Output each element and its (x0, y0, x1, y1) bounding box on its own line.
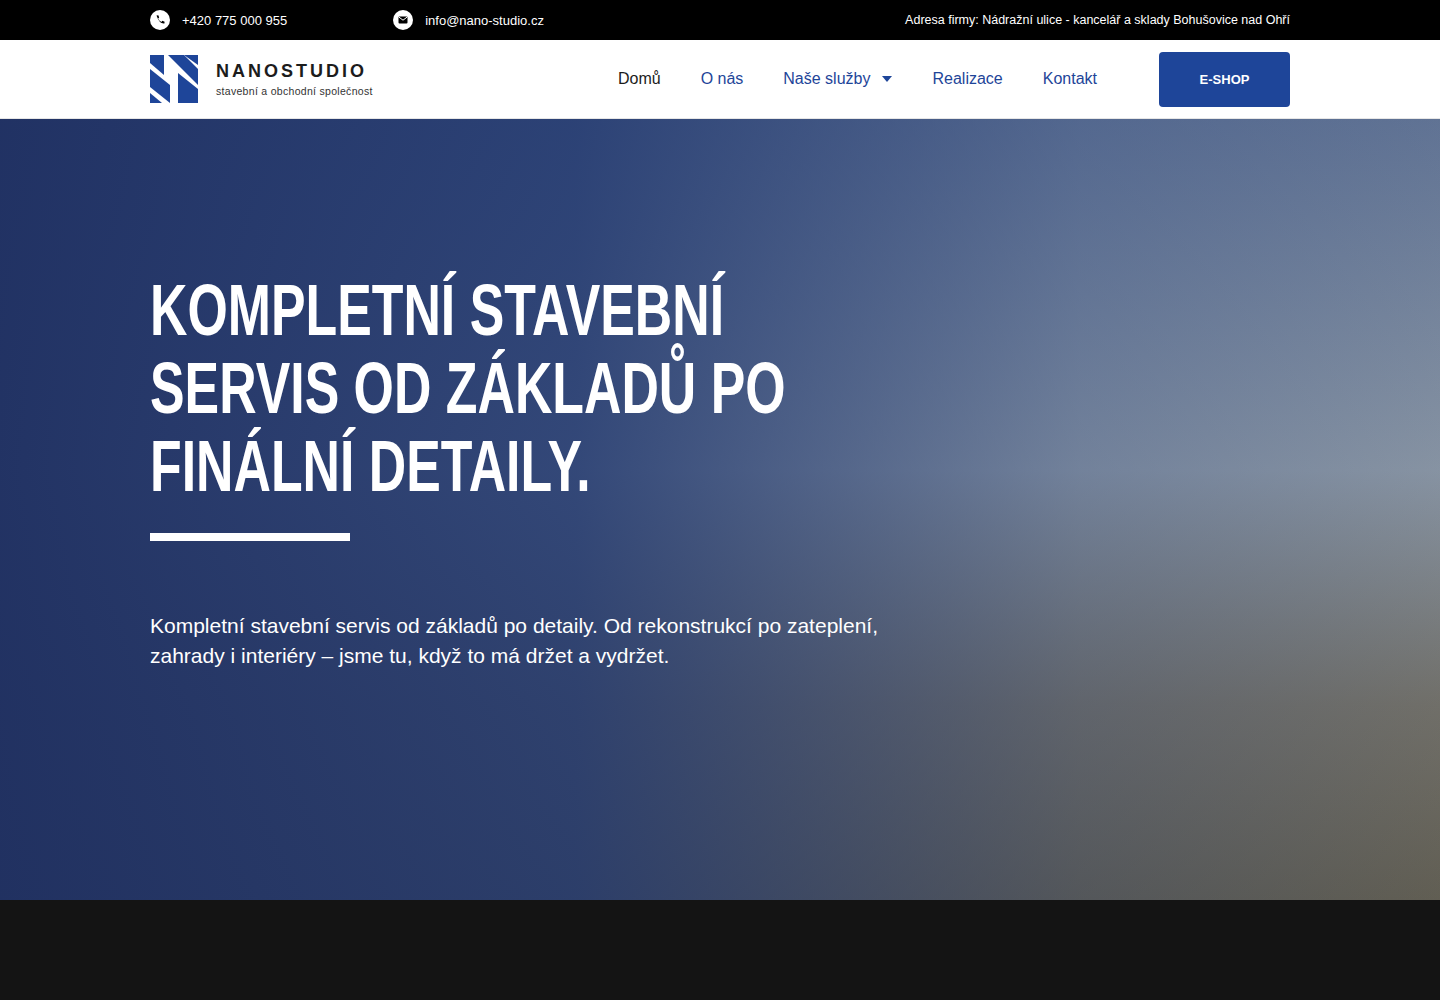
logo-icon (150, 55, 198, 103)
email-contact[interactable]: info@nano-studio.cz (393, 10, 544, 30)
hero: KOMPLETNÍ STAVEBNÍ SERVIS OD ZÁKLADŮ PO … (0, 119, 1440, 900)
top-bar: +420 775 000 955 info@nano-studio.cz Adr… (0, 0, 1440, 40)
nav-item[interactable]: Domů (618, 70, 661, 88)
logo-name: NANOSTUDIO (216, 61, 373, 82)
nav-item[interactable]: Kontakt (1043, 70, 1097, 88)
phone-contact[interactable]: +420 775 000 955 (150, 10, 287, 30)
phone-icon (150, 10, 170, 30)
logo[interactable]: NANOSTUDIO stavební a obchodní společnos… (150, 55, 373, 103)
logo-tagline: stavební a obchodní společnost (216, 85, 373, 97)
hero-text: Kompletní stavební servis od základů po … (150, 611, 910, 671)
address-text: Adresa firmy: Nádražní ulice - kancelář … (905, 13, 1290, 27)
page: +420 775 000 955 info@nano-studio.cz Adr… (0, 0, 1440, 1000)
phone-text: +420 775 000 955 (182, 13, 287, 28)
nav-item[interactable]: Realizace (932, 70, 1002, 88)
main-menu: Domů O nás Naše služby Realizace Kontakt (618, 70, 1097, 88)
nav-item[interactable]: O nás (701, 70, 744, 88)
email-text: info@nano-studio.cz (425, 13, 544, 28)
envelope-icon (393, 10, 413, 30)
eshop-button[interactable]: E-SHOP (1159, 52, 1290, 107)
caret-down-icon (882, 76, 892, 82)
nav-item[interactable]: Naše služby (783, 70, 892, 88)
hero-title: KOMPLETNÍ STAVEBNÍ SERVIS OD ZÁKLADŮ PO … (150, 271, 870, 505)
title-underline (150, 533, 350, 541)
nav-bar: NANOSTUDIO stavební a obchodní společnos… (0, 40, 1440, 119)
dark-section (0, 900, 1440, 1000)
